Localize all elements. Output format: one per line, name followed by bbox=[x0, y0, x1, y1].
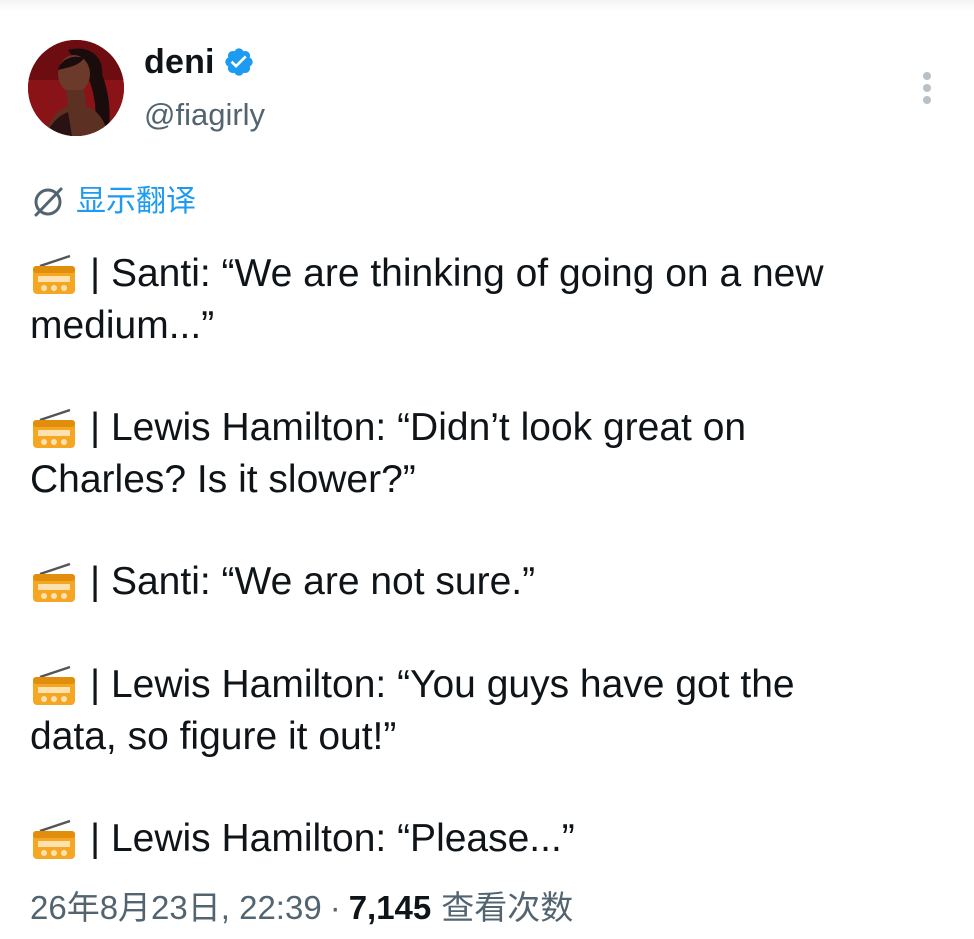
tweet-line-text: | Lewis Hamilton: “You guys have got the bbox=[90, 663, 795, 706]
top-shade bbox=[0, 0, 974, 12]
radio-icon bbox=[30, 817, 78, 865]
tweet-timestamp[interactable]: 26年8月23日, 22:39 bbox=[30, 884, 322, 932]
show-translation-button[interactable]: 显示翻译 bbox=[30, 180, 196, 224]
tweet-line-text: | Santi: “We are thinking of going on a … bbox=[90, 252, 824, 295]
tweet-page: deni @fiagirly 显示翻译 | Santi: “We are thi… bbox=[0, 0, 974, 939]
views-count: 7,145 bbox=[348, 889, 432, 926]
tweet-line-text: | Santi: “We are not sure.” bbox=[90, 560, 536, 603]
tweet-line: | Lewis Hamilton: “Didn’t look great on bbox=[30, 402, 950, 454]
radio-icon bbox=[30, 560, 78, 608]
more-options-icon[interactable] bbox=[914, 68, 940, 108]
translate-icon bbox=[30, 184, 66, 220]
meta-separator: · bbox=[329, 889, 341, 926]
views-label: 查看次数 bbox=[441, 889, 574, 926]
verified-badge-icon bbox=[223, 46, 255, 78]
tweet-line: | Lewis Hamilton: “Please...” bbox=[30, 813, 950, 865]
line-spacer bbox=[30, 351, 950, 402]
tweet-line: | Santi: “We are not sure.” bbox=[30, 556, 950, 608]
radio-icon bbox=[30, 252, 78, 300]
translate-label[interactable]: 显示翻译 bbox=[76, 180, 196, 224]
tweet-line-continuation: medium...” bbox=[30, 304, 215, 347]
author-display-name[interactable]: deni bbox=[144, 42, 215, 82]
tweet-line-continuation: Charles? Is it slower?” bbox=[30, 458, 416, 501]
line-spacer bbox=[30, 762, 950, 813]
line-spacer bbox=[30, 608, 950, 659]
tweet-line: | Lewis Hamilton: “You guys have got the bbox=[30, 659, 950, 711]
tweet-text: | Santi: “We are thinking of going on a … bbox=[30, 248, 950, 865]
tweet-line: | Santi: “We are thinking of going on a … bbox=[30, 248, 950, 300]
line-spacer bbox=[30, 505, 950, 556]
author-handle[interactable]: @fiagirly bbox=[144, 95, 265, 135]
avatar[interactable] bbox=[28, 40, 124, 136]
radio-icon bbox=[30, 663, 78, 711]
tweet-meta: 26年8月23日, 22:39 · 7,145 查看次数 bbox=[30, 884, 573, 932]
author-name-row[interactable]: deni bbox=[144, 42, 255, 82]
avatar-image bbox=[28, 40, 124, 136]
tweet-line-continuation: data, so figure it out!” bbox=[30, 715, 397, 758]
tweet-line-text: | Lewis Hamilton: “Didn’t look great on bbox=[90, 406, 747, 449]
tweet-line-text: | Lewis Hamilton: “Please...” bbox=[90, 817, 575, 860]
radio-icon bbox=[30, 406, 78, 454]
